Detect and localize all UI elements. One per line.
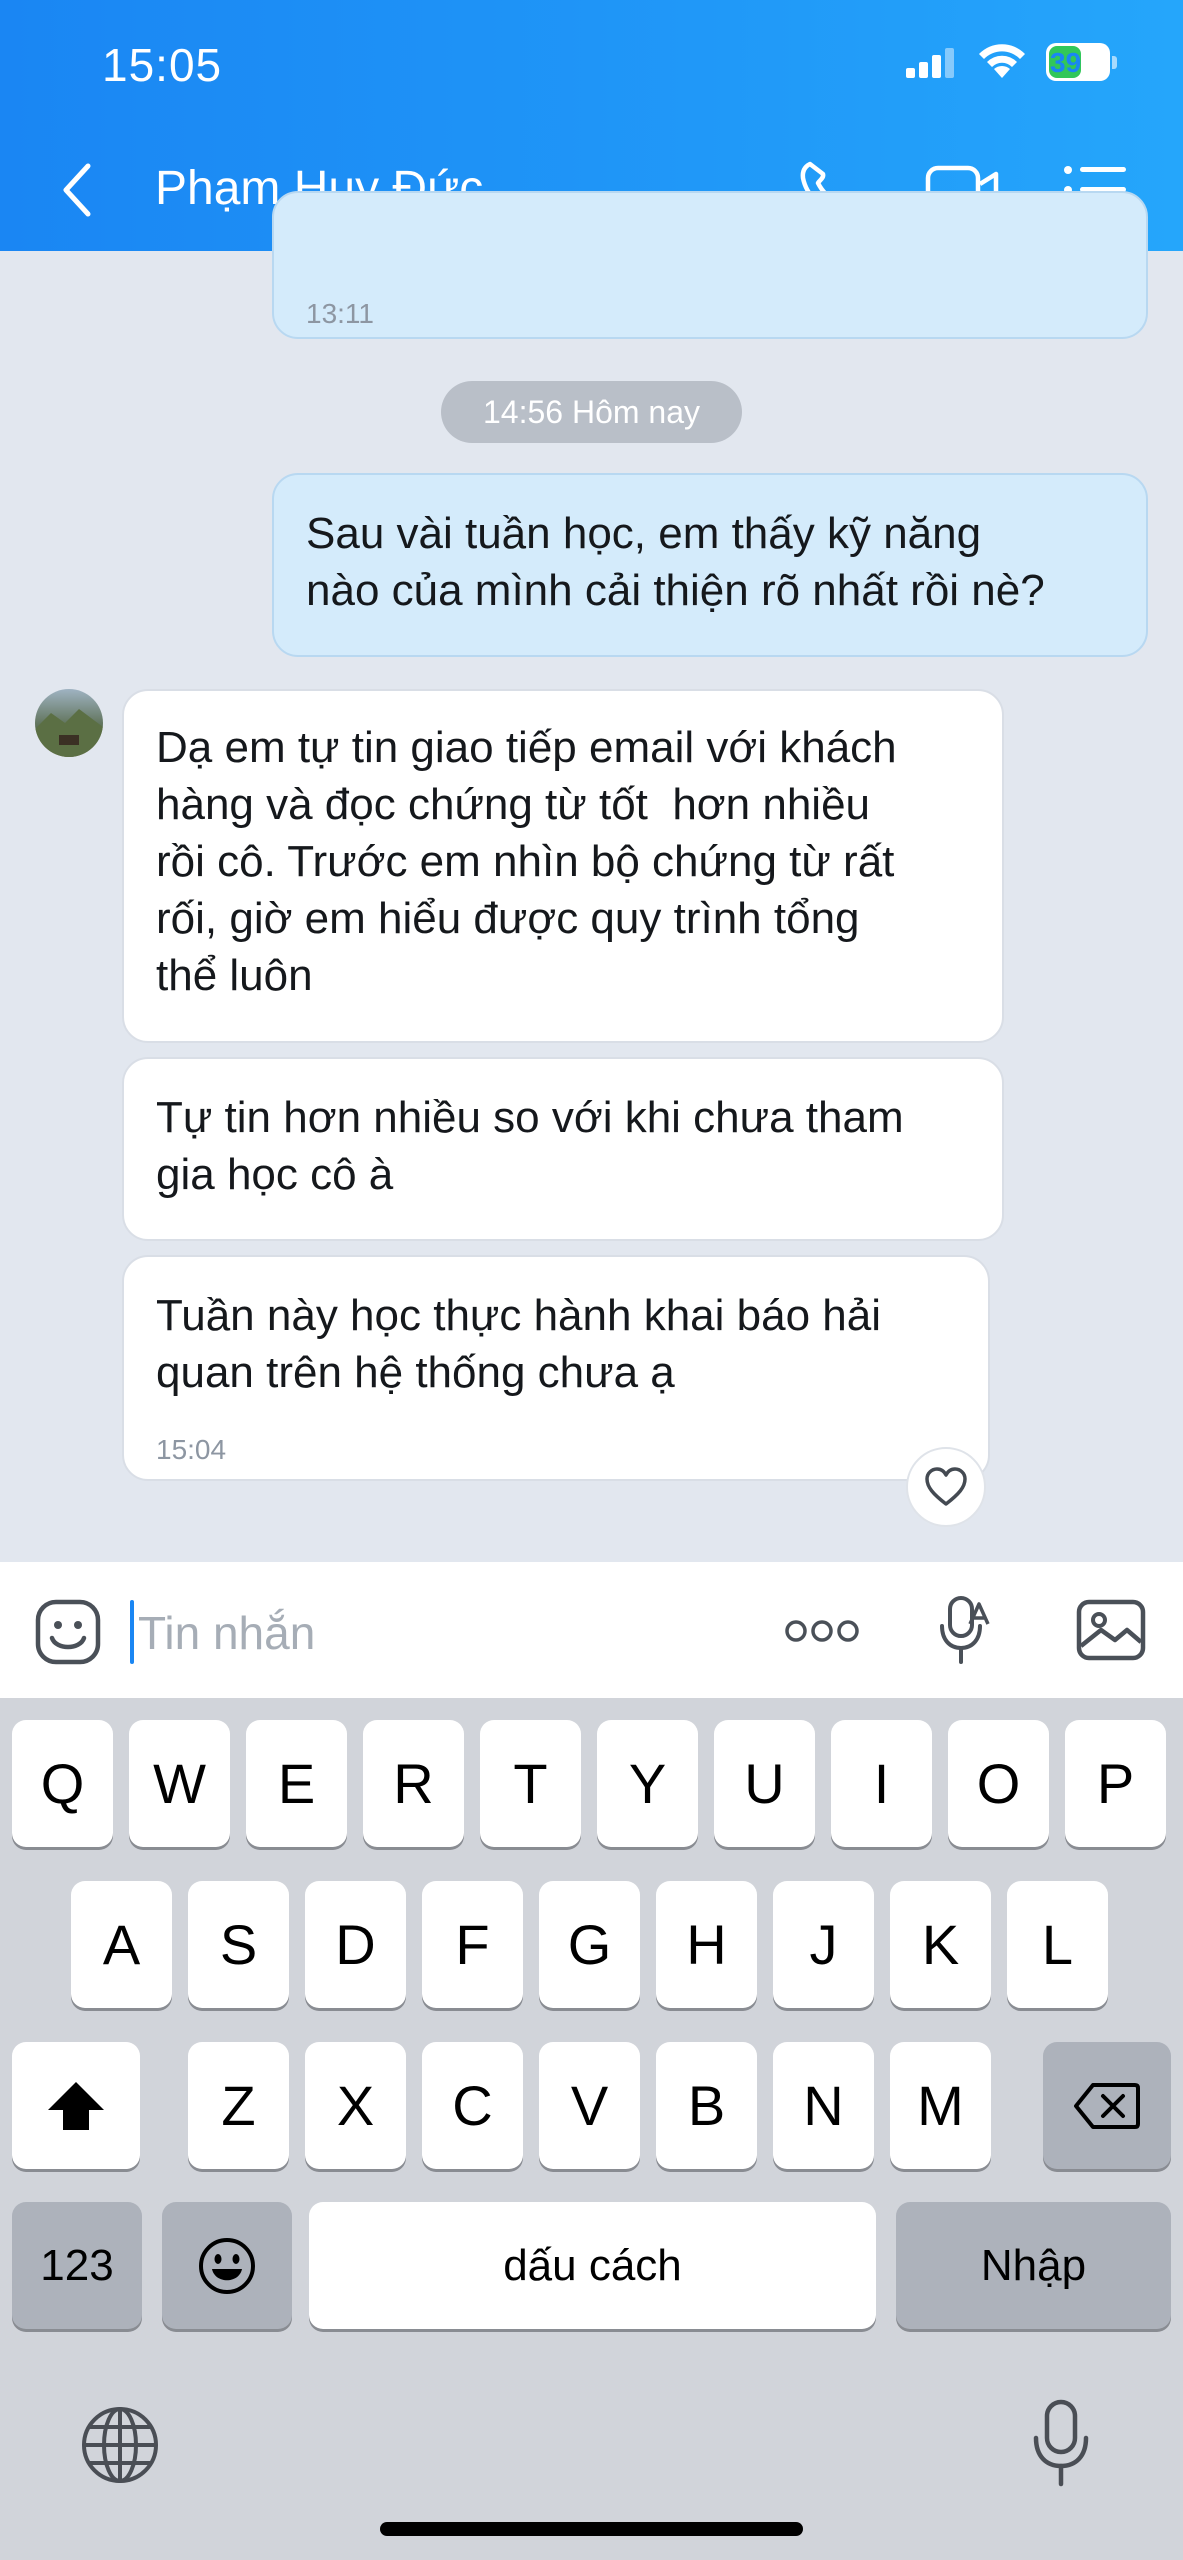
- key-g[interactable]: G: [539, 1881, 640, 2008]
- date-divider: 14:56 Hôm nay: [441, 381, 742, 443]
- key-w[interactable]: W: [129, 1720, 230, 1847]
- sticker-face-icon[interactable]: [34, 1598, 102, 1666]
- status-time: 15:05: [102, 39, 223, 91]
- key-v[interactable]: V: [539, 2042, 640, 2169]
- more-dots-icon[interactable]: [784, 1618, 860, 1644]
- shift-arrow-icon: [48, 2081, 104, 2130]
- chevron-left-icon[interactable]: [58, 160, 98, 220]
- message-input[interactable]: Tin nhắn: [138, 1606, 315, 1660]
- react-button[interactable]: [906, 1447, 986, 1527]
- key-d[interactable]: D: [305, 1881, 406, 2008]
- key-s[interactable]: S: [188, 1881, 289, 2008]
- emoji-face-icon: [199, 2237, 255, 2294]
- key-n[interactable]: N: [773, 2042, 874, 2169]
- outgoing-message[interactable]: 13:11: [272, 191, 1148, 339]
- key-u[interactable]: U: [714, 1720, 815, 1847]
- incoming-message[interactable]: Tuần này học thực hành khai báo hải quan…: [122, 1255, 990, 1481]
- message-line: hàng và đọc chứng từ tốt hơn nhiều: [156, 780, 871, 829]
- key-h[interactable]: H: [656, 1881, 757, 2008]
- key-p[interactable]: P: [1065, 1720, 1166, 1847]
- emoji-key[interactable]: [162, 2202, 292, 2329]
- message-line: thể luôn: [156, 951, 313, 1000]
- message-time: 13:11: [306, 298, 374, 329]
- message-line: rối, giờ em hiểu được quy trình tổng: [156, 894, 860, 943]
- globe-icon[interactable]: [80, 2405, 160, 2485]
- key-f[interactable]: F: [422, 1881, 523, 2008]
- message-composer: Tin nhắn: [0, 1562, 1183, 1698]
- key-q[interactable]: Q: [12, 1720, 113, 1847]
- message-line: rồi cô. Trước em nhìn bộ chứng từ rất: [156, 837, 895, 886]
- voice-to-text-mic-icon[interactable]: [936, 1594, 992, 1666]
- message-time: 15:04: [156, 1434, 227, 1465]
- key-y[interactable]: Y: [597, 1720, 698, 1847]
- incoming-message[interactable]: Dạ em tự tin giao tiếp email với khách h…: [122, 689, 1004, 1043]
- backspace-key[interactable]: [1043, 2042, 1171, 2169]
- key-t[interactable]: T: [480, 1720, 581, 1847]
- space-key[interactable]: dấu cách: [309, 2202, 876, 2329]
- key-b[interactable]: B: [656, 2042, 757, 2169]
- key-a[interactable]: A: [71, 1881, 172, 2008]
- incoming-message[interactable]: Tự tin hơn nhiều so với khi chưa tham gi…: [122, 1057, 1004, 1241]
- message-list[interactable]: 13:11 14:56 Hôm nay Sau vài tuần học, em…: [0, 191, 1183, 1562]
- image-gallery-icon[interactable]: [1075, 1598, 1147, 1662]
- battery-indicator: 39: [1046, 43, 1118, 81]
- heart-icon: [925, 1467, 967, 1506]
- shift-key[interactable]: [12, 2042, 140, 2169]
- message-line: Tuần này học thực hành khai báo hải: [156, 1291, 881, 1340]
- key-r[interactable]: R: [363, 1720, 464, 1847]
- key-i[interactable]: I: [831, 1720, 932, 1847]
- message-line: gia học cô à: [156, 1150, 394, 1199]
- outgoing-message[interactable]: Sau vài tuần học, em thấy kỹ năng nào củ…: [272, 473, 1148, 657]
- key-k[interactable]: K: [890, 1881, 991, 2008]
- key-z[interactable]: Z: [188, 2042, 289, 2169]
- key-o[interactable]: O: [948, 1720, 1049, 1847]
- message-line: Sau vài tuần học, em thấy kỹ năng: [306, 509, 982, 558]
- home-indicator: [380, 2522, 803, 2536]
- cellular-signal-icon: [906, 48, 954, 78]
- backspace-icon: [1074, 2082, 1140, 2129]
- wifi-icon: [979, 44, 1025, 78]
- key-c[interactable]: C: [422, 2042, 523, 2169]
- key-l[interactable]: L: [1007, 1881, 1108, 2008]
- key-m[interactable]: M: [890, 2042, 991, 2169]
- key-x[interactable]: X: [305, 2042, 406, 2169]
- text-caret: [130, 1600, 134, 1664]
- microphone-icon[interactable]: [1030, 2398, 1092, 2488]
- message-line: Dạ em tự tin giao tiếp email với khách: [156, 723, 897, 772]
- return-key[interactable]: Nhập: [896, 2202, 1171, 2329]
- key-e[interactable]: E: [246, 1720, 347, 1847]
- message-line: nào của mình cải thiện rõ nhất rồi nè?: [306, 566, 1045, 615]
- message-line: quan trên hệ thống chưa ạ: [156, 1348, 675, 1397]
- key-j[interactable]: J: [773, 1881, 874, 2008]
- numbers-key[interactable]: 123: [12, 2202, 142, 2329]
- battery-level: 39: [1050, 47, 1082, 78]
- contact-avatar[interactable]: [35, 689, 103, 757]
- message-line: Tự tin hơn nhiều so với khi chưa tham: [156, 1093, 904, 1142]
